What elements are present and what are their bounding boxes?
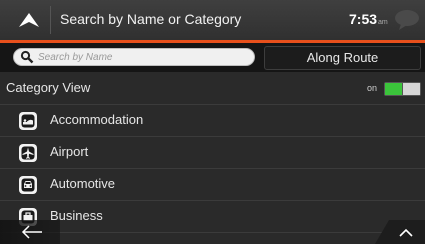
list-item[interactable]: Accommodation — [0, 104, 425, 137]
up-button[interactable] — [8, 4, 50, 36]
category-list: Category View on Accommodation Airport A… — [0, 72, 425, 244]
along-route-button[interactable]: Along Route — [264, 46, 421, 70]
category-view-label: Category View — [6, 80, 91, 95]
car-icon — [19, 176, 37, 194]
search-input[interactable] — [38, 49, 248, 65]
list-item-label: Accommodation — [50, 112, 144, 127]
search-row: Along Route — [0, 43, 425, 72]
list-item-label: Automotive — [50, 176, 116, 191]
category-view-toggle[interactable] — [384, 82, 421, 96]
airplane-icon — [19, 144, 37, 162]
toggle-on-segment — [385, 83, 402, 95]
search-icon — [20, 50, 34, 64]
back-button[interactable] — [0, 220, 60, 244]
toggle-state-text: on — [367, 83, 378, 93]
bed-icon — [19, 112, 37, 130]
bottom-nav — [0, 220, 425, 244]
list-item[interactable]: Airport — [0, 136, 425, 169]
title-bar: Search by Name or Category 7:53am — [0, 0, 425, 40]
category-view-row: Category View on — [0, 72, 425, 105]
messages-button[interactable] — [393, 8, 421, 32]
page-title: Search by Name or Category — [60, 11, 242, 27]
toggle-knob — [403, 83, 420, 95]
triangle-up-icon — [19, 13, 39, 27]
speech-bubble-icon — [395, 10, 419, 30]
chevron-up-icon — [399, 228, 413, 237]
list-item-label: Airport — [50, 144, 89, 159]
clock-suffix: am — [378, 19, 388, 26]
list-item[interactable]: Automotive — [0, 168, 425, 201]
scroll-up-button[interactable] — [375, 220, 425, 244]
search-box[interactable] — [13, 48, 255, 66]
clock: 7:53am — [349, 11, 388, 27]
arrow-left-icon — [21, 225, 42, 239]
header-divider — [50, 6, 51, 34]
clock-time: 7:53 — [349, 11, 378, 27]
